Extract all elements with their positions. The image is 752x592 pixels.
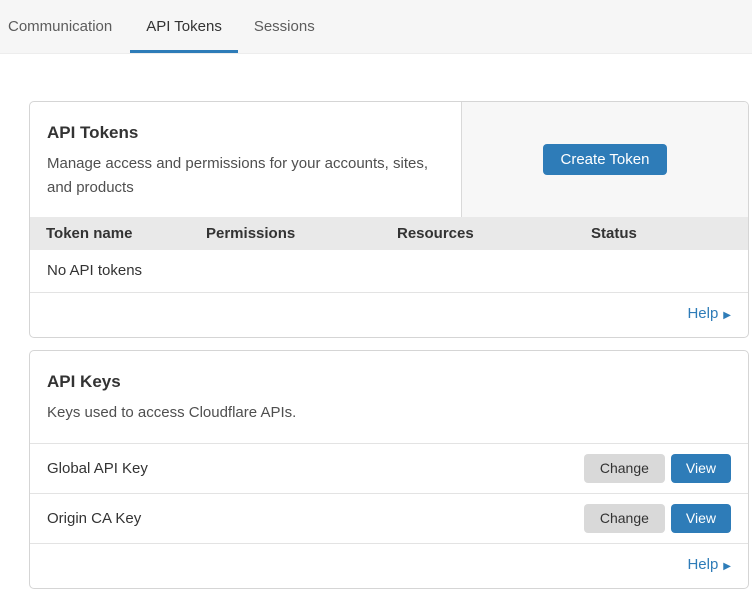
tab-bar: Communication API Tokens Sessions (0, 0, 752, 54)
api-tokens-card-footer: Help ▶ (30, 293, 748, 337)
column-header-status: Status (591, 225, 748, 242)
api-keys-card-header: API Keys Keys used to access Cloudflare … (30, 351, 748, 443)
key-label-global-api-key: Global API Key (47, 460, 148, 477)
create-token-button[interactable]: Create Token (543, 144, 668, 175)
page-content: API Tokens Manage access and permissions… (0, 54, 752, 589)
arrow-right-icon: ▶ (723, 561, 731, 572)
api-tokens-card-header-text: API Tokens Manage access and permissions… (30, 102, 461, 217)
view-global-api-key-button[interactable]: View (671, 454, 731, 483)
api-keys-card-title: API Keys (47, 372, 732, 392)
tab-sessions[interactable]: Sessions (238, 0, 331, 53)
api-keys-card-footer: Help ▶ (30, 543, 748, 588)
view-origin-ca-key-button[interactable]: View (671, 504, 731, 533)
api-keys-help-link[interactable]: Help ▶ (687, 556, 731, 573)
tokens-empty-state-message: No API tokens (30, 250, 748, 293)
tab-communication[interactable]: Communication (8, 0, 128, 53)
api-tokens-card-title: API Tokens (47, 123, 445, 143)
column-header-resources: Resources (397, 225, 591, 242)
change-global-api-key-button[interactable]: Change (584, 454, 665, 483)
column-header-token-name: Token name (46, 225, 206, 242)
api-tokens-card-description: Manage access and permissions for your a… (47, 152, 445, 200)
api-tokens-card-action-panel: Create Token (461, 102, 748, 217)
key-actions-origin-ca-key: Change View (584, 504, 731, 533)
arrow-right-icon: ▶ (723, 310, 731, 321)
tokens-table-header-row: Token name Permissions Resources Status (30, 217, 748, 250)
key-label-origin-ca-key: Origin CA Key (47, 510, 141, 527)
key-actions-global-api-key: Change View (584, 454, 731, 483)
help-link-label: Help (687, 556, 718, 573)
api-keys-card-description: Keys used to access Cloudflare APIs. (47, 401, 732, 425)
api-tokens-card-header: API Tokens Manage access and permissions… (30, 102, 748, 217)
column-header-permissions: Permissions (206, 225, 397, 242)
api-tokens-card: API Tokens Manage access and permissions… (29, 101, 749, 338)
key-row-origin-ca-key: Origin CA Key Change View (30, 493, 748, 543)
change-origin-ca-key-button[interactable]: Change (584, 504, 665, 533)
api-keys-card: API Keys Keys used to access Cloudflare … (29, 350, 749, 589)
help-link-label: Help (687, 305, 718, 322)
api-tokens-help-link[interactable]: Help ▶ (687, 305, 731, 322)
key-row-global-api-key: Global API Key Change View (30, 443, 748, 493)
tab-api-tokens[interactable]: API Tokens (130, 0, 238, 53)
